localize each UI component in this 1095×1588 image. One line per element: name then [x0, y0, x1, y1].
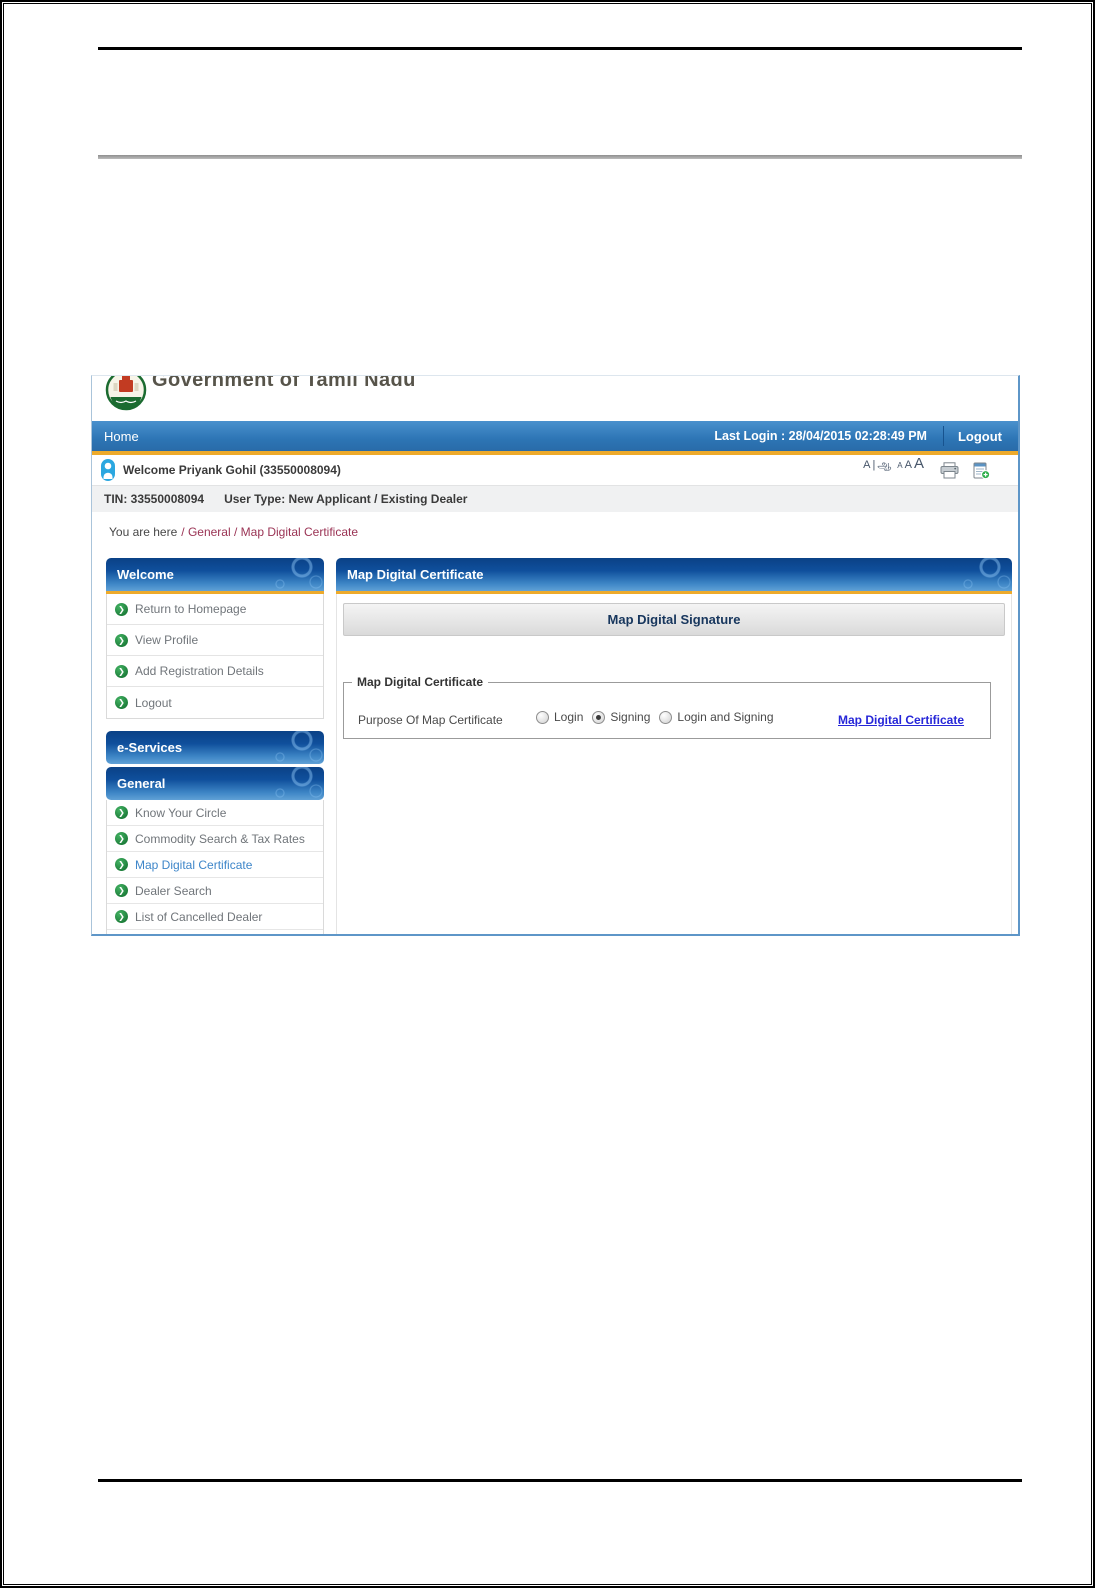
top-nav-bar: Home Last Login : 28/04/2015 02:28:49 PM… [92, 421, 1018, 451]
nav-divider [942, 426, 944, 446]
printer-icon[interactable] [940, 461, 959, 479]
green-arrow-icon [115, 602, 128, 616]
site-title: Government of Tamil Nadu [152, 375, 416, 391]
main-panel-header: Map Digital Certificate [336, 558, 1012, 591]
font-default-button[interactable]: A [863, 459, 870, 471]
user-icon [101, 459, 115, 481]
sidebar-item-dealer-search[interactable]: Dealer Search [107, 878, 323, 904]
font-small-button[interactable]: A [897, 461, 902, 470]
radio-login[interactable] [536, 710, 549, 724]
radio-login-and-signing-label[interactable]: Login and Signing [677, 710, 773, 724]
tin-value: TIN: 33550008094 [104, 492, 205, 506]
accessibility-tools: A | ஆ A A A [863, 455, 990, 485]
breadcrumb: You are here / General / Map Digital Cert… [109, 525, 358, 539]
sidebar-item-return-to-homepage[interactable]: Return to Homepage [107, 594, 323, 625]
welcome-text: Welcome Priyank Gohil (33550008094) [123, 463, 341, 477]
map-digital-certificate-link[interactable]: Map Digital Certificate [838, 713, 964, 727]
tamilnadu-emblem-icon [105, 376, 147, 411]
sidebar-item-map-digital-certificate[interactable]: Map Digital Certificate [107, 852, 323, 878]
sidebar-item-add-registration-details[interactable]: Add Registration Details [107, 656, 323, 687]
sidebar-welcome-items: Return to Homepage View Profile Add Regi… [106, 594, 324, 719]
middle-rule [98, 155, 1022, 159]
purpose-radio-group: Login Signing Login and Signing [536, 710, 783, 724]
font-large-button[interactable]: A [914, 455, 924, 472]
document-page: Government of Tamil Nadu Home Last Login… [0, 0, 1095, 1588]
main-panel-title: Map Digital Certificate [347, 567, 484, 582]
section-title: Map Digital Signature [607, 612, 741, 627]
logout-button[interactable]: Logout [958, 429, 1002, 444]
green-arrow-icon [115, 696, 128, 709]
last-login-text: Last Login : 28/04/2015 02:28:49 PM [714, 429, 927, 443]
sidebar-item-logout[interactable]: Logout [107, 687, 323, 718]
font-medium-button[interactable]: A [905, 459, 912, 471]
nav-right-group: Last Login : 28/04/2015 02:28:49 PM Logo… [714, 426, 1018, 446]
main-content: Map Digital Certificate Map Digital Sign… [336, 558, 1012, 934]
breadcrumb-path[interactable]: / General / Map Digital Certificate [181, 525, 358, 539]
sidebar-item-clipped[interactable]: e-payment [107, 930, 323, 934]
radio-login-label[interactable]: Login [554, 710, 583, 724]
green-arrow-icon [115, 884, 128, 897]
sidebar-general-items: Know Your Circle Commodity Search & Tax … [106, 800, 324, 934]
nav-home-link[interactable]: Home [104, 429, 139, 444]
radio-login-and-signing[interactable] [659, 710, 673, 724]
tamil-language-button[interactable]: ஆ [877, 459, 891, 473]
radio-signing-label[interactable]: Signing [610, 710, 650, 724]
sidebar-panel-welcome: Welcome Return to Homepage View Profile … [106, 558, 324, 719]
tin-info-bar: TIN: 33550008094 User Type: New Applican… [92, 485, 1018, 512]
map-digital-certificate-fieldset: Map Digital Certificate Purpose Of Map C… [343, 675, 991, 739]
sidebar-header-general[interactable]: General [106, 767, 324, 800]
main-panel-body: Map Digital Signature Map Digital Certif… [336, 594, 1012, 934]
green-arrow-icon [115, 910, 128, 923]
sidebar-header-e-services[interactable]: e-Services [106, 731, 324, 764]
fieldset-legend: Map Digital Certificate [357, 675, 484, 689]
sidebar-header-welcome: Welcome [106, 558, 324, 591]
sidebar-item-commodity-search-tax-rates[interactable]: Commodity Search & Tax Rates [107, 826, 323, 852]
logo-strip: Government of Tamil Nadu [92, 376, 1018, 421]
green-arrow-icon [115, 806, 128, 819]
report-add-icon[interactable] [973, 462, 990, 479]
purpose-label: Purpose Of Map Certificate [358, 713, 503, 727]
sidebar-item-view-profile[interactable]: View Profile [107, 625, 323, 656]
user-type-value: User Type: New Applicant / Existing Deal… [224, 492, 468, 506]
sidebar: Welcome Return to Homepage View Profile … [106, 558, 324, 934]
section-title-bar: Map Digital Signature [343, 603, 1005, 636]
font-divider: | [872, 459, 876, 471]
radio-signing[interactable] [592, 710, 606, 724]
breadcrumb-prefix: You are here [109, 525, 178, 539]
green-arrow-icon [115, 633, 128, 647]
green-arrow-icon [115, 664, 128, 678]
sidebar-item-list-of-cancelled-dealer[interactable]: List of Cancelled Dealer [107, 904, 323, 930]
portal-screenshot: Government of Tamil Nadu Home Last Login… [91, 375, 1020, 936]
sidebar-item-know-your-circle[interactable]: Know Your Circle [107, 800, 323, 826]
top-rule [98, 47, 1022, 50]
green-arrow-icon [115, 832, 128, 845]
green-arrow-icon [115, 858, 128, 871]
bottom-rule [98, 1479, 1022, 1482]
